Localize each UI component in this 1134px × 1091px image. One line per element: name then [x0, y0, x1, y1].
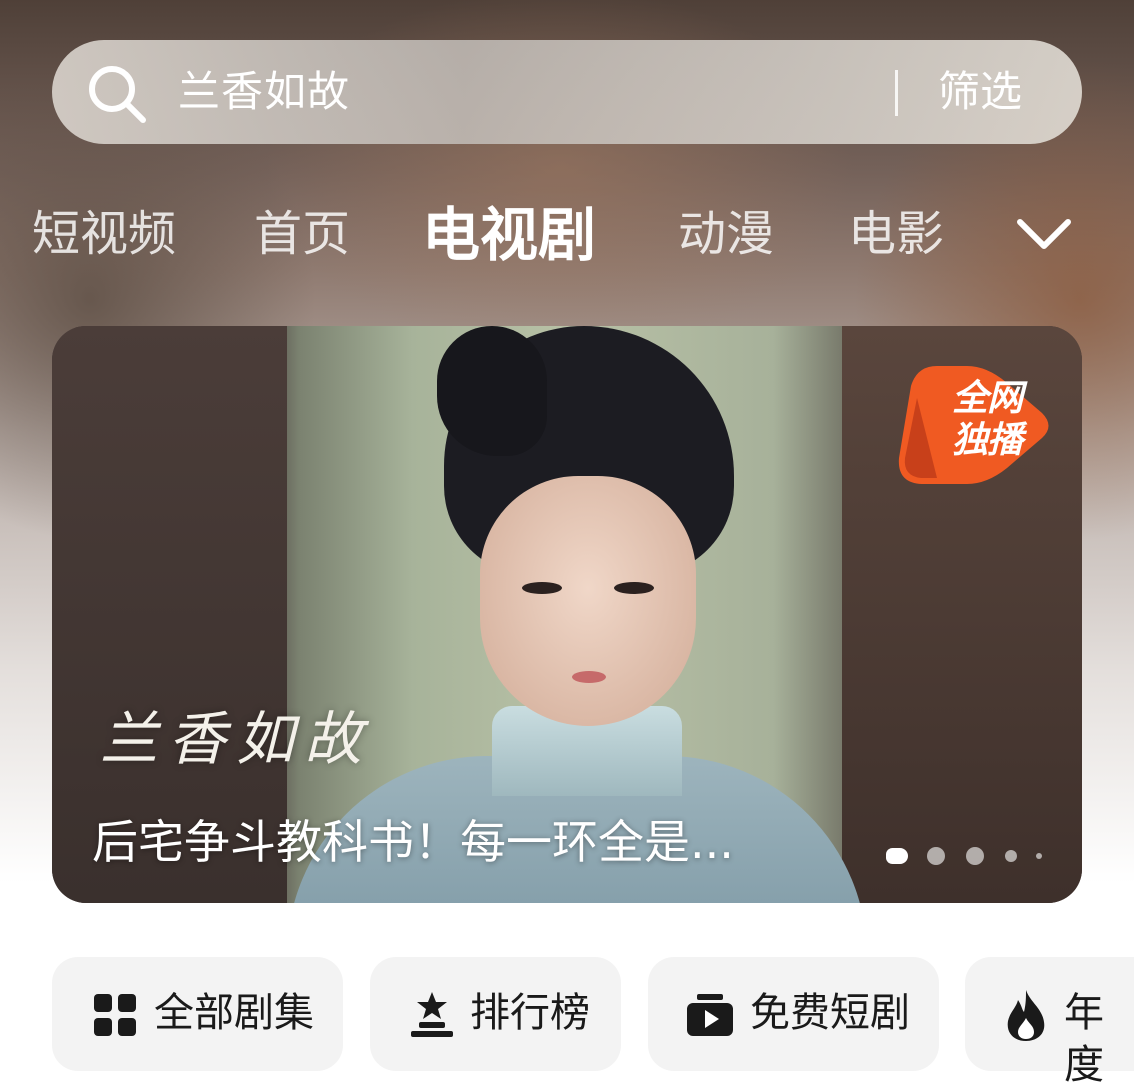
banner-figure-eye-right	[614, 582, 654, 594]
tab-anime[interactable]: 动漫	[678, 204, 774, 264]
carousel-dot-active[interactable]	[886, 848, 908, 864]
carousel-dot[interactable]	[1005, 850, 1017, 862]
banner-title-logo: 兰香如故	[100, 705, 373, 773]
badge-line-2: 独播	[951, 420, 1023, 461]
exclusive-badge-text: 全网 独播	[932, 378, 1042, 462]
shortcut-all-series-label: 全部剧集	[154, 990, 314, 1036]
carousel-dot[interactable]	[1036, 853, 1042, 859]
banner-figure-face	[480, 476, 696, 726]
featured-banner[interactable]: 全网 独播 兰香如故 后宅争斗教科书！每一环全是...	[52, 326, 1082, 903]
carousel-dot[interactable]	[966, 847, 984, 865]
shortcut-free-shorts-label: 免费短剧	[750, 990, 910, 1036]
banner-figure-lips	[572, 671, 606, 683]
grid-icon	[94, 994, 136, 1036]
tab-short-video[interactable]: 短视频	[32, 204, 176, 264]
carousel-dot[interactable]	[927, 847, 945, 865]
play-folder-icon	[687, 994, 733, 1036]
fire-icon	[1007, 990, 1045, 1041]
tab-tv-series[interactable]: 电视剧	[422, 200, 596, 270]
tab-home[interactable]: 首页	[254, 204, 350, 264]
shortcut-annual-label: 年度	[1064, 990, 1104, 1088]
banner-caption[interactable]: 后宅争斗教科书！每一环全是...	[92, 814, 792, 870]
chevron-down-icon[interactable]	[1014, 214, 1074, 256]
search-divider	[895, 70, 898, 116]
banner-figure-bun	[437, 326, 547, 456]
shortcut-ranking-label: 排行榜	[470, 990, 590, 1036]
banner-figure-eye-left	[522, 582, 562, 594]
search-input[interactable]: 兰香如故	[178, 66, 350, 118]
tab-movie[interactable]: 电影	[848, 204, 944, 264]
podium-star-icon	[411, 992, 453, 1037]
search-icon[interactable]	[86, 63, 148, 125]
filter-button[interactable]: 筛选	[938, 66, 1022, 118]
badge-line-1: 全网	[951, 378, 1023, 419]
